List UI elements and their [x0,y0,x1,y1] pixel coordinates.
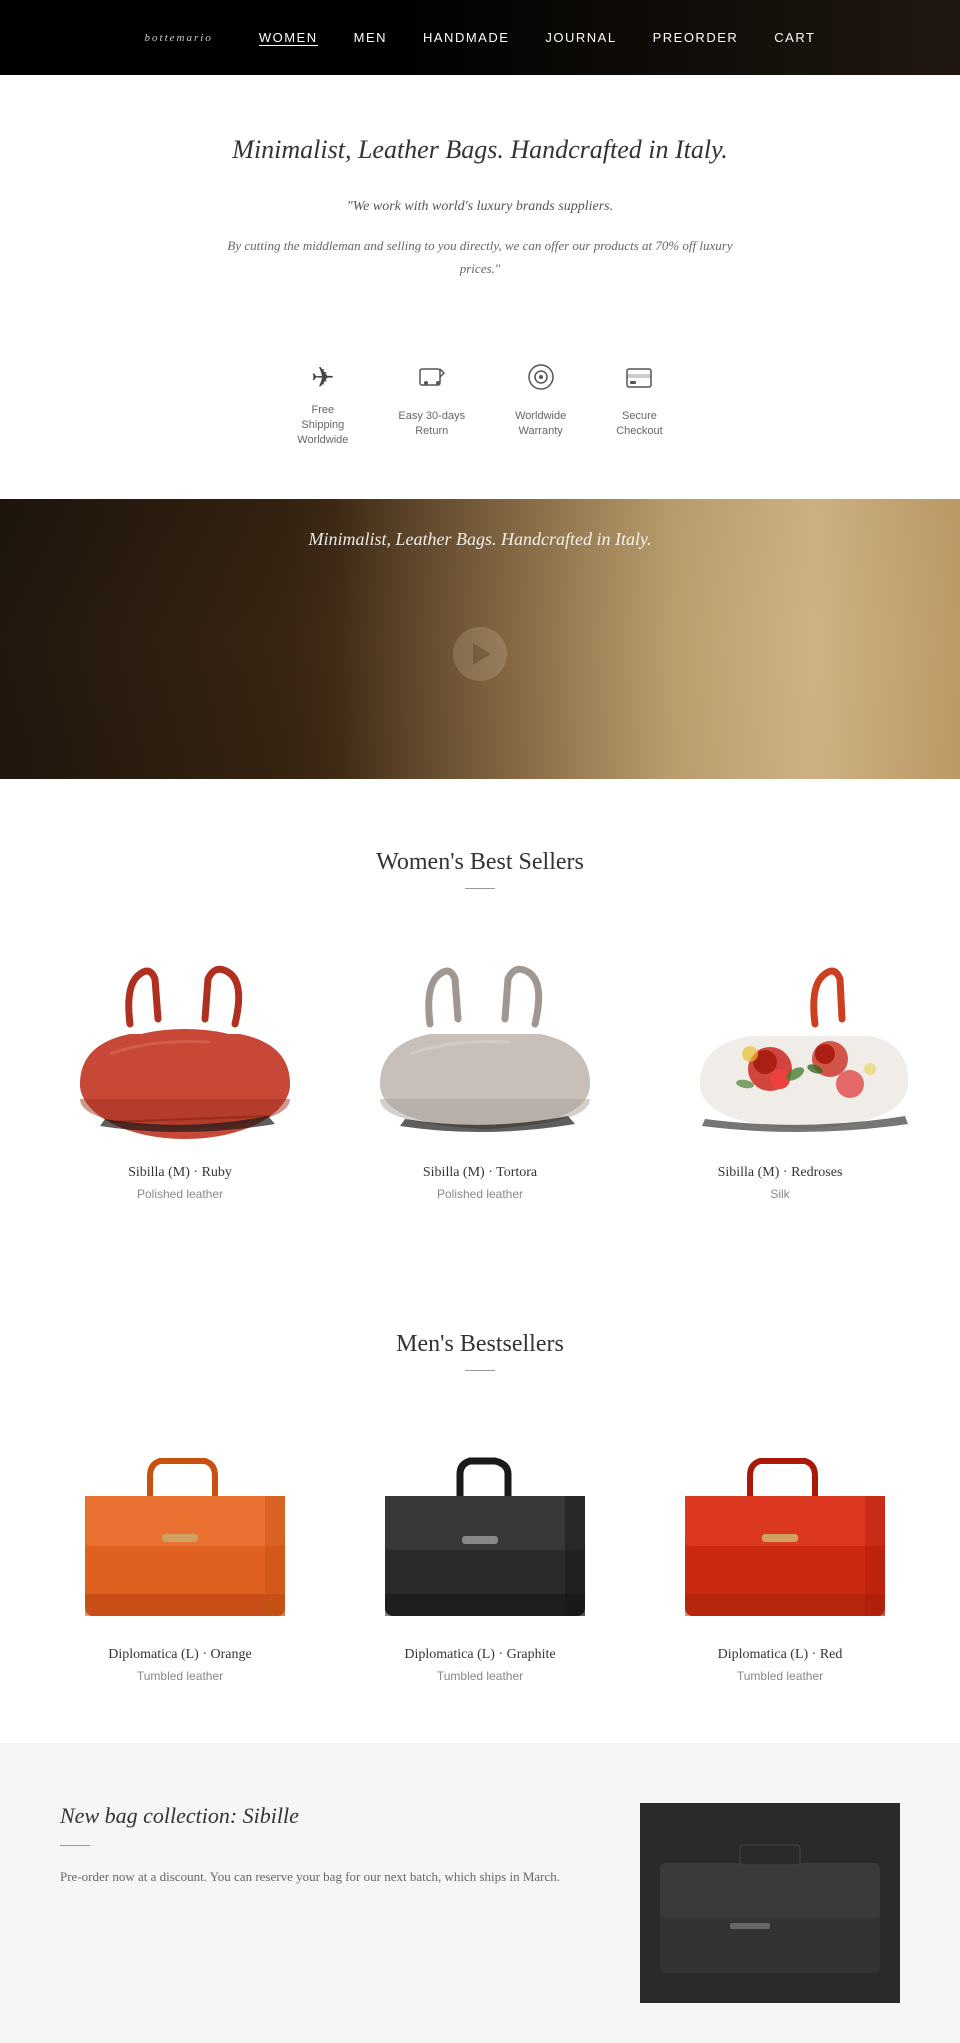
features-row: ✈ FreeShippingWorldwide Easy 30-daysRetu… [0,321,960,499]
sibilla-tortora-image [350,954,610,1144]
preorder-divider [60,1845,90,1846]
product-sibilla-ruby[interactable]: Sibilla (M) · Ruby Polished leather [40,949,320,1201]
product-diplomatica-orange[interactable]: Diplomatica (L) · Orange Tumbled leather [40,1431,320,1683]
intro-quote: "We work with world's luxury brands supp… [230,195,730,219]
product-material-sibilla-ruby: Polished leather [40,1187,320,1201]
nav-cart[interactable]: CART [774,30,815,45]
brand-logo: bottemario [145,32,213,44]
product-material-diplomatica-graphite: Tumbled leather [340,1669,620,1683]
feature-return: Easy 30-daysReturn [398,361,465,449]
mens-title: Men's Bestsellers [0,1331,960,1358]
product-diplomatica-red[interactable]: Diplomatica (L) · Red Tumbled leather [640,1431,920,1683]
product-name-diplomatica-orange: Diplomatica (L) · Orange [40,1647,320,1663]
product-name-diplomatica-red: Diplomatica (L) · Red [640,1647,920,1663]
feature-warranty: WorldwideWarranty [515,361,566,449]
checkout-label: SecureCheckout [616,409,662,440]
warranty-icon [515,361,566,401]
return-label: Easy 30-daysReturn [398,409,465,440]
product-sibilla-tortora[interactable]: Sibilla (M) · Tortora Polished leather [340,949,620,1201]
nav-journal[interactable]: JOURNAL [545,30,616,45]
product-name-sibilla-redroses: Sibilla (M) · Redroses [640,1165,920,1181]
product-material-diplomatica-red: Tumbled leather [640,1669,920,1683]
video-text: Minimalist, Leather Bags. Handcrafted in… [0,529,960,550]
sibilla-redroses-image [650,954,910,1144]
diplomatica-red-image [650,1431,910,1631]
preorder-title: New bag collection: Sibille [60,1803,600,1829]
product-material-diplomatica-orange: Tumbled leather [40,1669,320,1683]
navigation: bottemario WOMEN MEN HANDMADE JOURNAL PR… [0,0,960,75]
warranty-label: WorldwideWarranty [515,409,566,440]
preorder-section: New bag collection: Sibille Pre-order no… [0,1743,960,2043]
diplomatica-graphite-image [350,1431,610,1631]
intro-section: Minimalist, Leather Bags. Handcrafted in… [0,75,960,321]
checkout-icon [616,361,662,401]
womens-title: Women's Best Sellers [0,849,960,876]
product-name-sibilla-ruby: Sibilla (M) · Ruby [40,1165,320,1181]
return-icon [398,361,465,401]
womens-product-grid: Sibilla (M) · Ruby Polished leather Sibi… [0,949,960,1261]
womens-section: Women's Best Sellers [0,779,960,1261]
preorder-image [640,1803,900,2003]
nav-handmade[interactable]: HANDMADE [423,30,509,45]
product-material-sibilla-tortora: Polished leather [340,1187,620,1201]
mens-section: Men's Bestsellers [0,1261,960,1743]
product-diplomatica-graphite[interactable]: Diplomatica (L) · Graphite Tumbled leath… [340,1431,620,1683]
intro-description: By cutting the middleman and selling to … [220,234,740,281]
feature-shipping: ✈ FreeShippingWorldwide [297,361,348,449]
product-name-sibilla-tortora: Sibilla (M) · Tortora [340,1165,620,1181]
intro-heading: Minimalist, Leather Bags. Handcrafted in… [80,135,880,165]
preorder-description: Pre-order now at a discount. You can res… [60,1866,600,1888]
nav-preorder[interactable]: PREORDER [653,30,739,45]
shipping-label: FreeShippingWorldwide [297,403,348,449]
mens-divider [465,1370,495,1371]
feature-checkout: SecureCheckout [616,361,662,449]
nav-men[interactable]: MEN [354,30,387,45]
diplomatica-orange-image [50,1431,310,1631]
product-name-diplomatica-graphite: Diplomatica (L) · Graphite [340,1647,620,1663]
nav-women[interactable]: WOMEN [259,30,318,46]
womens-divider [465,888,495,889]
product-material-sibilla-redroses: Silk [640,1187,920,1201]
product-sibilla-redroses[interactable]: Sibilla (M) · Redroses Silk [640,949,920,1201]
video-section: Minimalist, Leather Bags. Handcrafted in… [0,499,960,779]
mens-product-grid: Diplomatica (L) · Orange Tumbled leather… [0,1431,960,1743]
airplane-icon: ✈ [297,361,348,395]
sibilla-ruby-image [50,954,310,1144]
